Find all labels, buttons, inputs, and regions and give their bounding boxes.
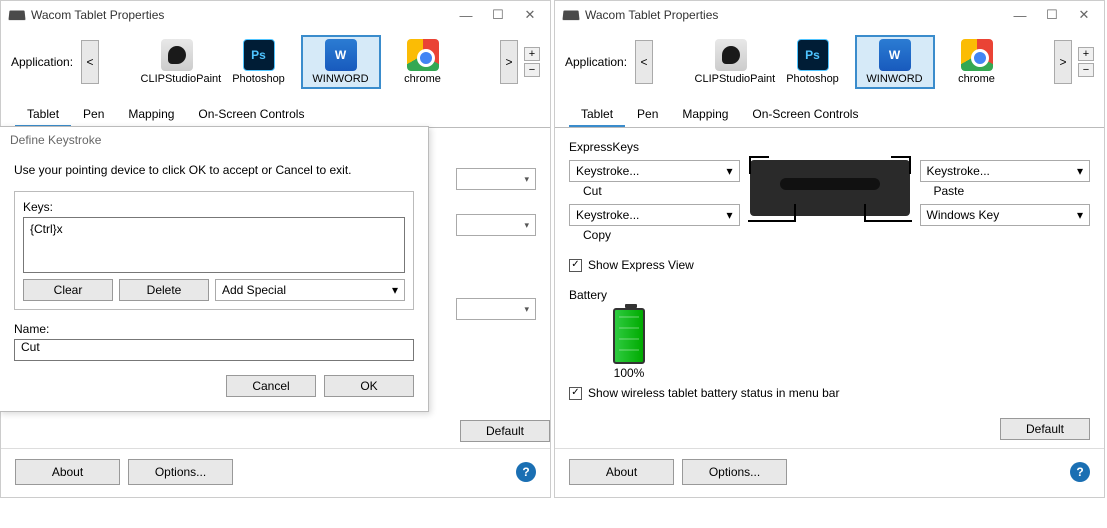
default-button[interactable]: Default — [1000, 418, 1090, 440]
titlebar: Wacom Tablet Properties — ☐ ✕ — [555, 1, 1104, 29]
clear-button[interactable]: Clear — [23, 279, 113, 301]
tab-mapping[interactable]: Mapping — [116, 101, 186, 127]
dialog-instruction: Use your pointing device to click OK to … — [14, 163, 414, 177]
key-bottomleft-dropdown[interactable]: Keystroke...▾ — [569, 204, 740, 226]
app-scroll-left[interactable]: < — [81, 40, 99, 84]
bg-combo-1[interactable]: ▾ — [456, 168, 536, 190]
battery-heading: Battery — [569, 288, 1090, 302]
content-area: ▾ ▾ ▾ Define Keystroke Use your pointing… — [1, 128, 550, 448]
bg-combo-3[interactable]: ▾ — [456, 298, 536, 320]
application-label: Application: — [565, 55, 627, 69]
options-button[interactable]: Options... — [128, 459, 233, 485]
express-key-row-top: Keystroke...▾ Cut Keystroke...▾ Copy Key… — [569, 160, 1090, 248]
key-topright-value: Paste — [920, 182, 1091, 204]
tab-bar: Tablet Pen Mapping On-Screen Controls — [1, 101, 550, 128]
word-icon: W — [325, 39, 357, 71]
key-topright-dropdown[interactable]: Keystroke...▾ — [920, 160, 1091, 182]
tab-mapping[interactable]: Mapping — [670, 101, 740, 127]
about-button[interactable]: About — [15, 459, 120, 485]
tab-pen[interactable]: Pen — [71, 101, 116, 127]
photoshop-icon: Ps — [243, 39, 275, 71]
tab-pen[interactable]: Pen — [625, 101, 670, 127]
key-topleft-value: Cut — [569, 182, 740, 204]
app-chrome[interactable]: chrome — [937, 35, 1017, 89]
key-bottomright-dropdown[interactable]: Windows Key▾ — [920, 204, 1091, 226]
app-winword[interactable]: WWINWORD — [301, 35, 381, 89]
chrome-icon — [961, 39, 993, 71]
window-title: Wacom Tablet Properties — [31, 8, 450, 22]
app-chrome[interactable]: chrome — [383, 35, 463, 89]
window-title: Wacom Tablet Properties — [585, 8, 1004, 22]
dialog-title: Define Keystroke — [0, 127, 428, 153]
footer: About Options... ? — [555, 448, 1104, 497]
bg-combo-2[interactable]: ▾ — [456, 214, 536, 236]
maximize-button[interactable]: ☐ — [1036, 5, 1068, 25]
tab-tablet[interactable]: Tablet — [15, 101, 71, 127]
cancel-button[interactable]: Cancel — [226, 375, 316, 397]
delete-button[interactable]: Delete — [119, 279, 209, 301]
wacom-logo-icon — [8, 10, 25, 20]
tablet-hardware-diagram — [750, 160, 910, 216]
minimize-button[interactable]: — — [450, 5, 482, 25]
show-battery-checkbox[interactable]: ✓ Show wireless tablet battery status in… — [569, 386, 1090, 400]
chrome-icon — [407, 39, 439, 71]
app-photoshop[interactable]: PsPhotoshop — [219, 35, 299, 89]
wacom-logo-icon — [562, 10, 579, 20]
show-express-view-checkbox[interactable]: ✓ Show Express View — [569, 258, 1090, 272]
ok-button[interactable]: OK — [324, 375, 414, 397]
keys-input[interactable]: {Ctrl}x — [23, 217, 405, 273]
window-left: Wacom Tablet Properties — ☐ ✕ Applicatio… — [0, 0, 551, 498]
clipstudio-icon — [715, 39, 747, 71]
photoshop-icon: Ps — [797, 39, 829, 71]
minimize-button[interactable]: — — [1004, 5, 1036, 25]
battery-percent: 100% — [569, 366, 689, 380]
window-right: Wacom Tablet Properties — ☐ ✕ Applicatio… — [554, 0, 1105, 498]
keys-group: Keys: {Ctrl}x Clear Delete Add Special▾ — [14, 191, 414, 310]
application-selector: Application: < CLIPStudioPaint PsPhotosh… — [555, 29, 1104, 95]
express-keys-heading: ExpressKeys — [569, 140, 1090, 154]
key-topleft-dropdown[interactable]: Keystroke...▾ — [569, 160, 740, 182]
define-keystroke-dialog: Define Keystroke Use your pointing devic… — [0, 126, 429, 412]
app-scroll-right[interactable]: > — [500, 40, 518, 84]
app-clipstudio[interactable]: CLIPStudioPaint — [137, 35, 217, 89]
application-label: Application: — [11, 55, 73, 69]
titlebar: Wacom Tablet Properties — ☐ ✕ — [1, 1, 550, 29]
checkbox-icon: ✓ — [569, 259, 582, 272]
application-selector: Application: < CLIPStudioPaint PsPhotosh… — [1, 29, 550, 95]
footer: About Options... ? — [1, 448, 550, 497]
maximize-button[interactable]: ☐ — [482, 5, 514, 25]
content-area: ExpressKeys Keystroke...▾ Cut Keystroke.… — [555, 128, 1104, 448]
app-winword[interactable]: WWINWORD — [855, 35, 935, 89]
key-bottomleft-value: Copy — [569, 226, 740, 248]
name-input[interactable]: Cut — [14, 339, 414, 361]
app-scroll-right[interactable]: > — [1054, 40, 1072, 84]
clipstudio-icon — [161, 39, 193, 71]
word-icon: W — [879, 39, 911, 71]
app-add-button[interactable]: + — [524, 47, 540, 61]
app-photoshop[interactable]: PsPhotoshop — [773, 35, 853, 89]
name-label: Name: — [14, 322, 414, 336]
battery-section: Battery 100% ✓ Show wireless tablet batt… — [569, 284, 1090, 406]
app-add-button[interactable]: + — [1078, 47, 1094, 61]
app-clipstudio[interactable]: CLIPStudioPaint — [691, 35, 771, 89]
default-button[interactable]: Default — [460, 420, 550, 442]
options-button[interactable]: Options... — [682, 459, 787, 485]
close-button[interactable]: ✕ — [1068, 5, 1100, 25]
keys-label: Keys: — [23, 200, 405, 214]
app-scroll-left[interactable]: < — [635, 40, 653, 84]
tab-bar: Tablet Pen Mapping On-Screen Controls — [555, 101, 1104, 128]
help-icon[interactable]: ? — [516, 462, 536, 482]
checkbox-icon: ✓ — [569, 387, 582, 400]
battery-icon — [613, 308, 645, 364]
app-remove-button[interactable]: − — [1078, 63, 1094, 77]
tab-onscreen[interactable]: On-Screen Controls — [740, 101, 870, 127]
tab-onscreen[interactable]: On-Screen Controls — [186, 101, 316, 127]
app-remove-button[interactable]: − — [524, 63, 540, 77]
close-button[interactable]: ✕ — [514, 5, 546, 25]
tab-tablet[interactable]: Tablet — [569, 101, 625, 127]
about-button[interactable]: About — [569, 459, 674, 485]
add-special-dropdown[interactable]: Add Special▾ — [215, 279, 405, 301]
help-icon[interactable]: ? — [1070, 462, 1090, 482]
